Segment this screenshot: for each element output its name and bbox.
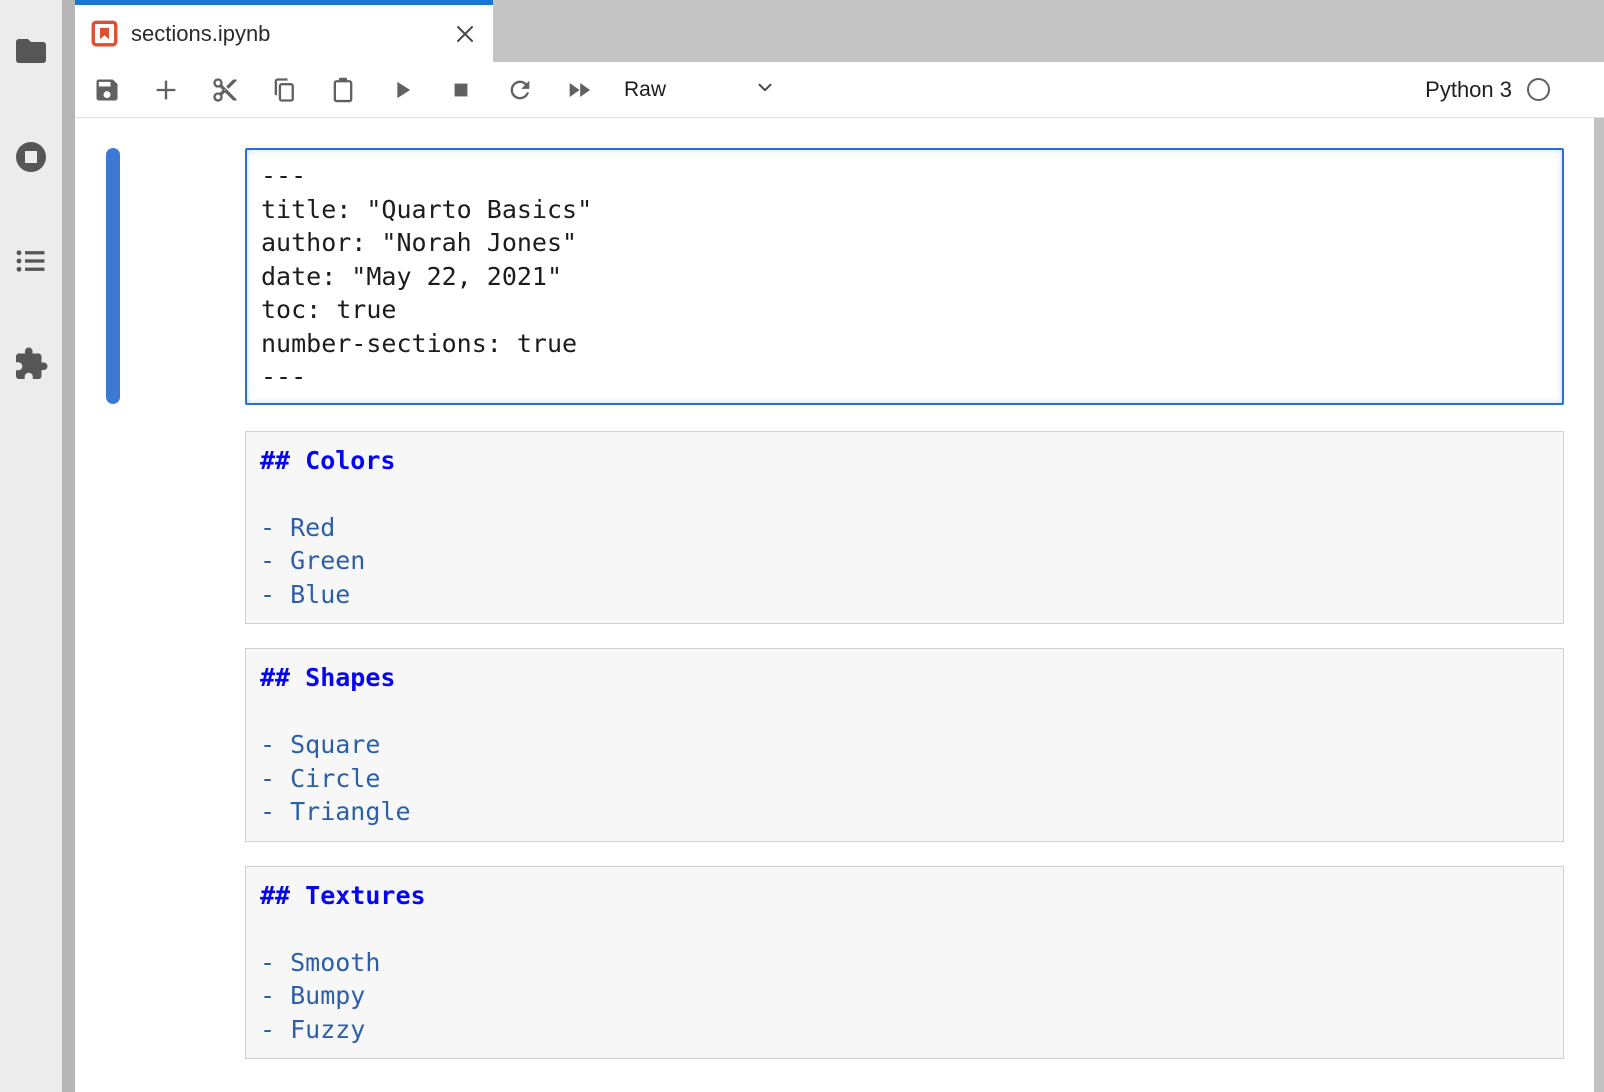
run-all-button[interactable] xyxy=(565,76,593,104)
copy-icon xyxy=(270,76,298,104)
close-icon[interactable] xyxy=(453,22,477,46)
code-line: - Green xyxy=(260,544,1549,578)
code-line: author: "Norah Jones" xyxy=(261,226,1548,260)
list-icon xyxy=(13,243,49,279)
scrollbar[interactable] xyxy=(1594,118,1604,1092)
chevron-down-icon xyxy=(754,76,776,103)
cell-1-markdown[interactable]: ## Colors - Red- Green- Blue xyxy=(245,431,1564,625)
table-of-contents-tab[interactable] xyxy=(13,243,49,279)
code-line: ## Textures xyxy=(260,879,1549,913)
code-line: - Triangle xyxy=(260,795,1549,829)
code-line: - Red xyxy=(260,511,1549,545)
plus-icon xyxy=(152,76,180,104)
cut-cell-button[interactable] xyxy=(211,76,239,104)
tab-sections-ipynb[interactable]: sections.ipynb xyxy=(75,0,493,62)
code-line: toc: true xyxy=(261,293,1548,327)
kernel-area: Python 3 xyxy=(1425,77,1604,103)
add-cell-button[interactable] xyxy=(152,76,180,104)
code-line: ## Colors xyxy=(260,444,1549,478)
code-line: - Square xyxy=(260,728,1549,762)
code-line: ## Shapes xyxy=(260,661,1549,695)
kernel-name[interactable]: Python 3 xyxy=(1425,77,1512,103)
save-icon xyxy=(93,76,121,104)
copy-cell-button[interactable] xyxy=(270,76,298,104)
scissors-icon xyxy=(211,76,239,104)
clipboard-icon xyxy=(329,76,357,104)
stop-kernel-button[interactable] xyxy=(447,76,475,104)
code-line: number-sections: true xyxy=(261,327,1548,361)
sidebar-divider xyxy=(62,0,75,1092)
fast-forward-icon xyxy=(565,76,593,104)
code-line: - Smooth xyxy=(260,946,1549,980)
code-line: - Circle xyxy=(260,762,1549,796)
code-line: --- xyxy=(261,159,1548,193)
cell-list: ---title: "Quarto Basics"author: "Norah … xyxy=(245,148,1564,1083)
notebook-panel: ---title: "Quarto Basics"author: "Norah … xyxy=(75,118,1604,1092)
cell-type-dropdown[interactable]: Raw xyxy=(624,76,776,103)
code-line: date: "May 22, 2021" xyxy=(261,260,1548,294)
play-icon xyxy=(388,76,416,104)
activity-bar xyxy=(0,0,62,1092)
tab-bar: sections.ipynb xyxy=(75,0,1604,62)
cell-2-markdown[interactable]: ## Shapes - Square- Circle- Triangle xyxy=(245,648,1564,842)
stop-icon xyxy=(447,76,475,104)
refresh-icon xyxy=(506,76,534,104)
code-line: - Bumpy xyxy=(260,979,1549,1013)
run-cell-button[interactable] xyxy=(388,76,416,104)
kernel-status-icon[interactable] xyxy=(1527,78,1550,101)
folder-icon xyxy=(13,33,49,69)
code-line xyxy=(260,695,1549,729)
cell-0-raw[interactable]: ---title: "Quarto Basics"author: "Norah … xyxy=(245,148,1564,405)
restart-kernel-button[interactable] xyxy=(506,76,534,104)
code-line: - Blue xyxy=(260,578,1549,612)
notebook-toolbar: Raw Python 3 xyxy=(75,62,1604,118)
file-browser-tab[interactable] xyxy=(13,33,49,69)
code-line xyxy=(260,912,1549,946)
notebook-bookmark-icon xyxy=(91,20,118,47)
main-area: sections.ipynb Raw Python 3 ---title: "Q… xyxy=(75,0,1604,1092)
puzzle-icon xyxy=(13,346,49,382)
cell-3-markdown[interactable]: ## Textures - Smooth- Bumpy- Fuzzy xyxy=(245,866,1564,1060)
running-kernels-tab[interactable] xyxy=(13,139,49,175)
cell-collapser[interactable] xyxy=(106,148,120,404)
code-line: - Fuzzy xyxy=(260,1013,1549,1047)
code-line: --- xyxy=(261,360,1548,394)
stop-circle-icon xyxy=(13,139,49,175)
save-button[interactable] xyxy=(93,76,121,104)
tab-title: sections.ipynb xyxy=(131,21,270,47)
extension-manager-tab[interactable] xyxy=(13,346,49,382)
code-line xyxy=(260,477,1549,511)
paste-cell-button[interactable] xyxy=(329,76,357,104)
code-line: title: "Quarto Basics" xyxy=(261,193,1548,227)
cell-type-value: Raw xyxy=(624,78,666,102)
